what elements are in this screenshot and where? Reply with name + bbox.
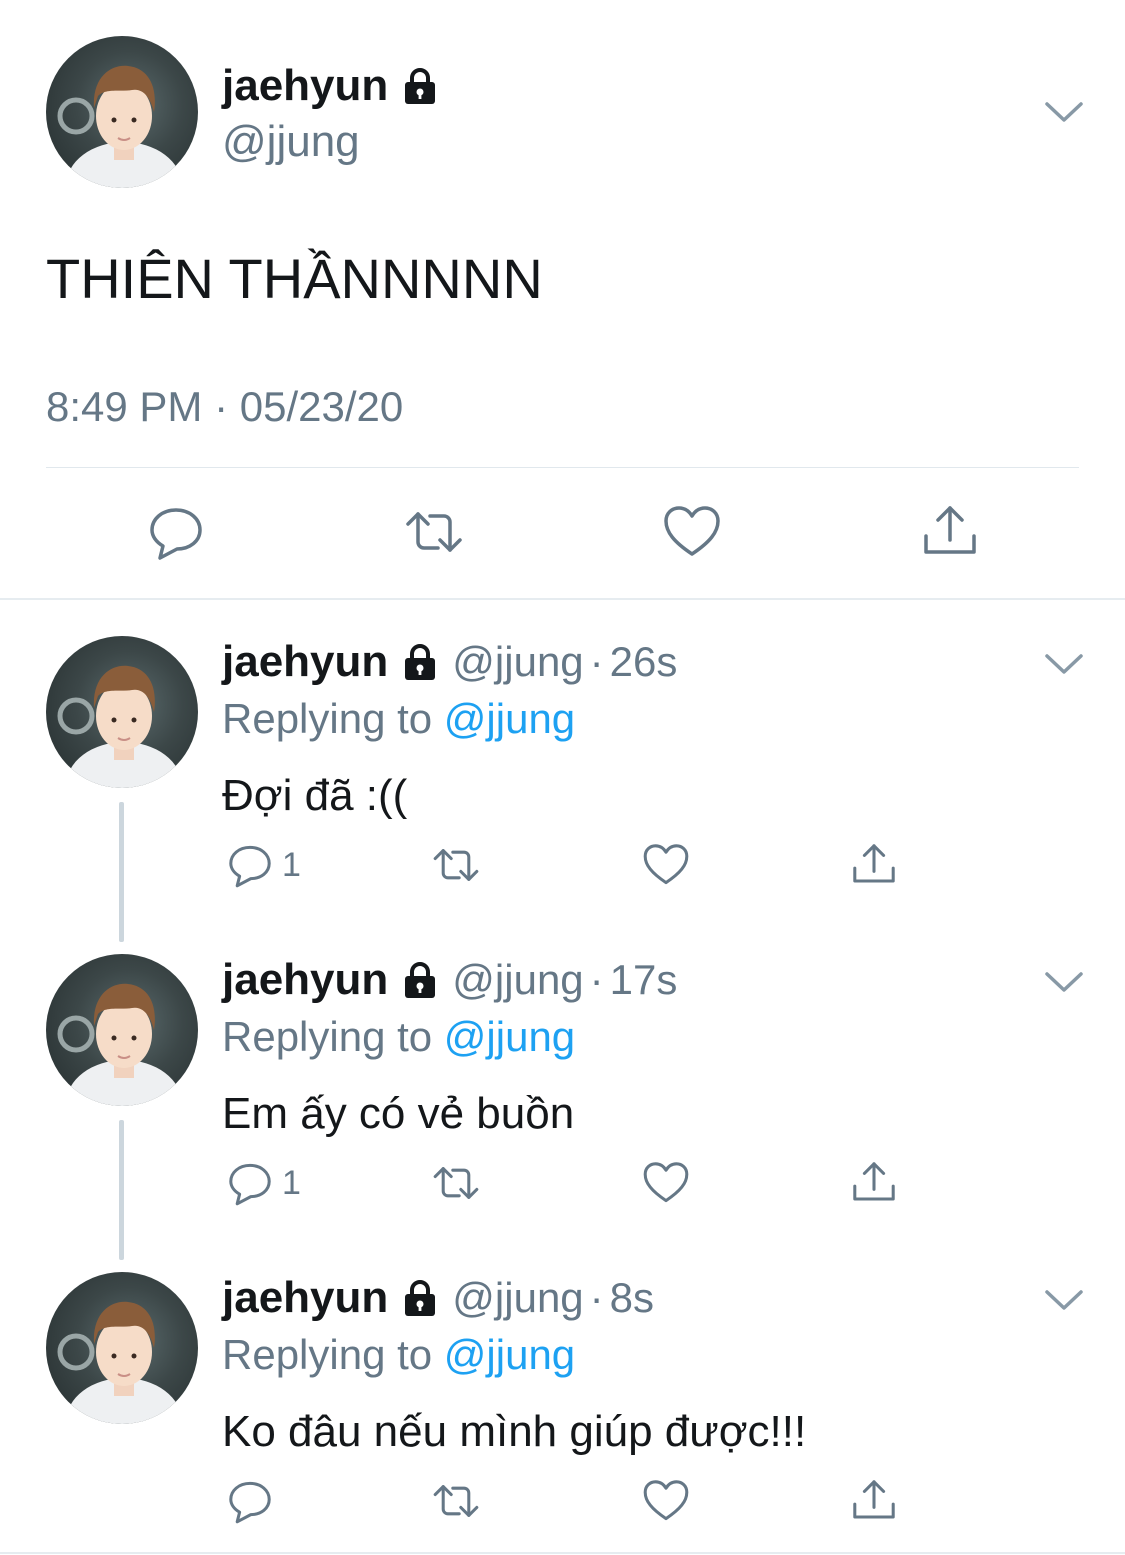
like-icon[interactable]: [642, 840, 690, 890]
avatar[interactable]: [46, 1272, 198, 1424]
handle[interactable]: @jjung: [452, 956, 583, 1004]
retweet-icon[interactable]: [404, 502, 464, 562]
retweet-icon[interactable]: [432, 1476, 480, 1526]
replying-to: Replying to @jjung: [222, 692, 575, 746]
relative-time[interactable]: 17s: [610, 956, 678, 1004]
lock-icon: [400, 960, 440, 1000]
reply-button[interactable]: 1: [226, 840, 301, 890]
divider: [46, 467, 1079, 468]
mention-link[interactable]: @jjung: [444, 1013, 575, 1060]
relative-time[interactable]: 26s: [610, 638, 678, 686]
tweet-text: Em ấy có vẻ buồn: [222, 1089, 575, 1138]
separator-dot: ·: [589, 638, 604, 685]
display-name[interactable]: jaehyun: [222, 955, 388, 1005]
replying-to-label: Replying to: [222, 695, 444, 742]
display-name[interactable]: jaehyun: [222, 637, 388, 687]
display-name[interactable]: jaehyun: [222, 1273, 388, 1323]
reply-header: jaehyun @jjung · 26s: [222, 636, 677, 688]
reply-button[interactable]: [226, 1476, 282, 1526]
tweet-actions: [222, 1476, 922, 1528]
replying-to: Replying to @jjung: [222, 1010, 575, 1064]
thread-line: [119, 802, 124, 942]
tweet-actions: 1: [222, 840, 922, 892]
like-icon[interactable]: [662, 502, 722, 562]
handle[interactable]: @jjung: [452, 638, 583, 686]
chevron-down-icon[interactable]: [1044, 652, 1084, 676]
share-icon[interactable]: [850, 1158, 898, 1208]
tweet-actions: 1: [222, 1158, 922, 1210]
reply-header: jaehyun @jjung · 17s: [222, 954, 677, 1006]
reply-count: 1: [282, 1163, 301, 1202]
replying-to: Replying to @jjung: [222, 1328, 575, 1382]
like-icon[interactable]: [642, 1476, 690, 1526]
display-name[interactable]: jaehyun: [222, 58, 440, 114]
handle[interactable]: @jjung: [452, 1274, 583, 1322]
avatar[interactable]: [46, 954, 198, 1106]
thread-line: [119, 1120, 124, 1260]
lock-icon: [400, 642, 440, 682]
lock-icon: [400, 66, 440, 106]
separator-dot: ·: [589, 1274, 604, 1321]
tweet-text: Ko đâu nếu mình giúp được!!!: [222, 1407, 807, 1456]
tweet-timestamp[interactable]: 8:49 PM · 05/23/20: [46, 380, 403, 434]
tweet-text: Đợi đã :((: [222, 771, 408, 820]
retweet-icon[interactable]: [432, 1158, 480, 1208]
lock-icon: [400, 1278, 440, 1318]
chevron-down-icon[interactable]: [1044, 970, 1084, 994]
reply-count: 1: [282, 845, 301, 884]
section-divider: [0, 1552, 1125, 1554]
share-icon[interactable]: [850, 840, 898, 890]
display-name-text[interactable]: jaehyun: [222, 58, 388, 114]
reply-header: jaehyun @jjung · 8s: [222, 1272, 654, 1324]
separator-dot: ·: [589, 956, 604, 1003]
avatar[interactable]: [46, 636, 198, 788]
chevron-down-icon[interactable]: [1044, 1288, 1084, 1312]
replying-to-label: Replying to: [222, 1013, 444, 1060]
handle[interactable]: @jjung: [222, 114, 360, 170]
share-icon[interactable]: [850, 1476, 898, 1526]
tweet-text: THIÊN THẦNNNNN: [46, 247, 543, 310]
like-icon[interactable]: [642, 1158, 690, 1208]
relative-time[interactable]: 8s: [610, 1274, 654, 1322]
replying-to-label: Replying to: [222, 1331, 444, 1378]
tweet-actions: [0, 490, 1125, 580]
retweet-icon[interactable]: [432, 840, 480, 890]
reply-icon[interactable]: [146, 502, 206, 562]
chevron-down-icon[interactable]: [1044, 100, 1084, 124]
mention-link[interactable]: @jjung: [444, 695, 575, 742]
mention-link[interactable]: @jjung: [444, 1331, 575, 1378]
avatar[interactable]: [46, 36, 198, 188]
reply-button[interactable]: 1: [226, 1158, 301, 1208]
section-divider: [0, 598, 1125, 600]
share-icon[interactable]: [920, 502, 980, 562]
